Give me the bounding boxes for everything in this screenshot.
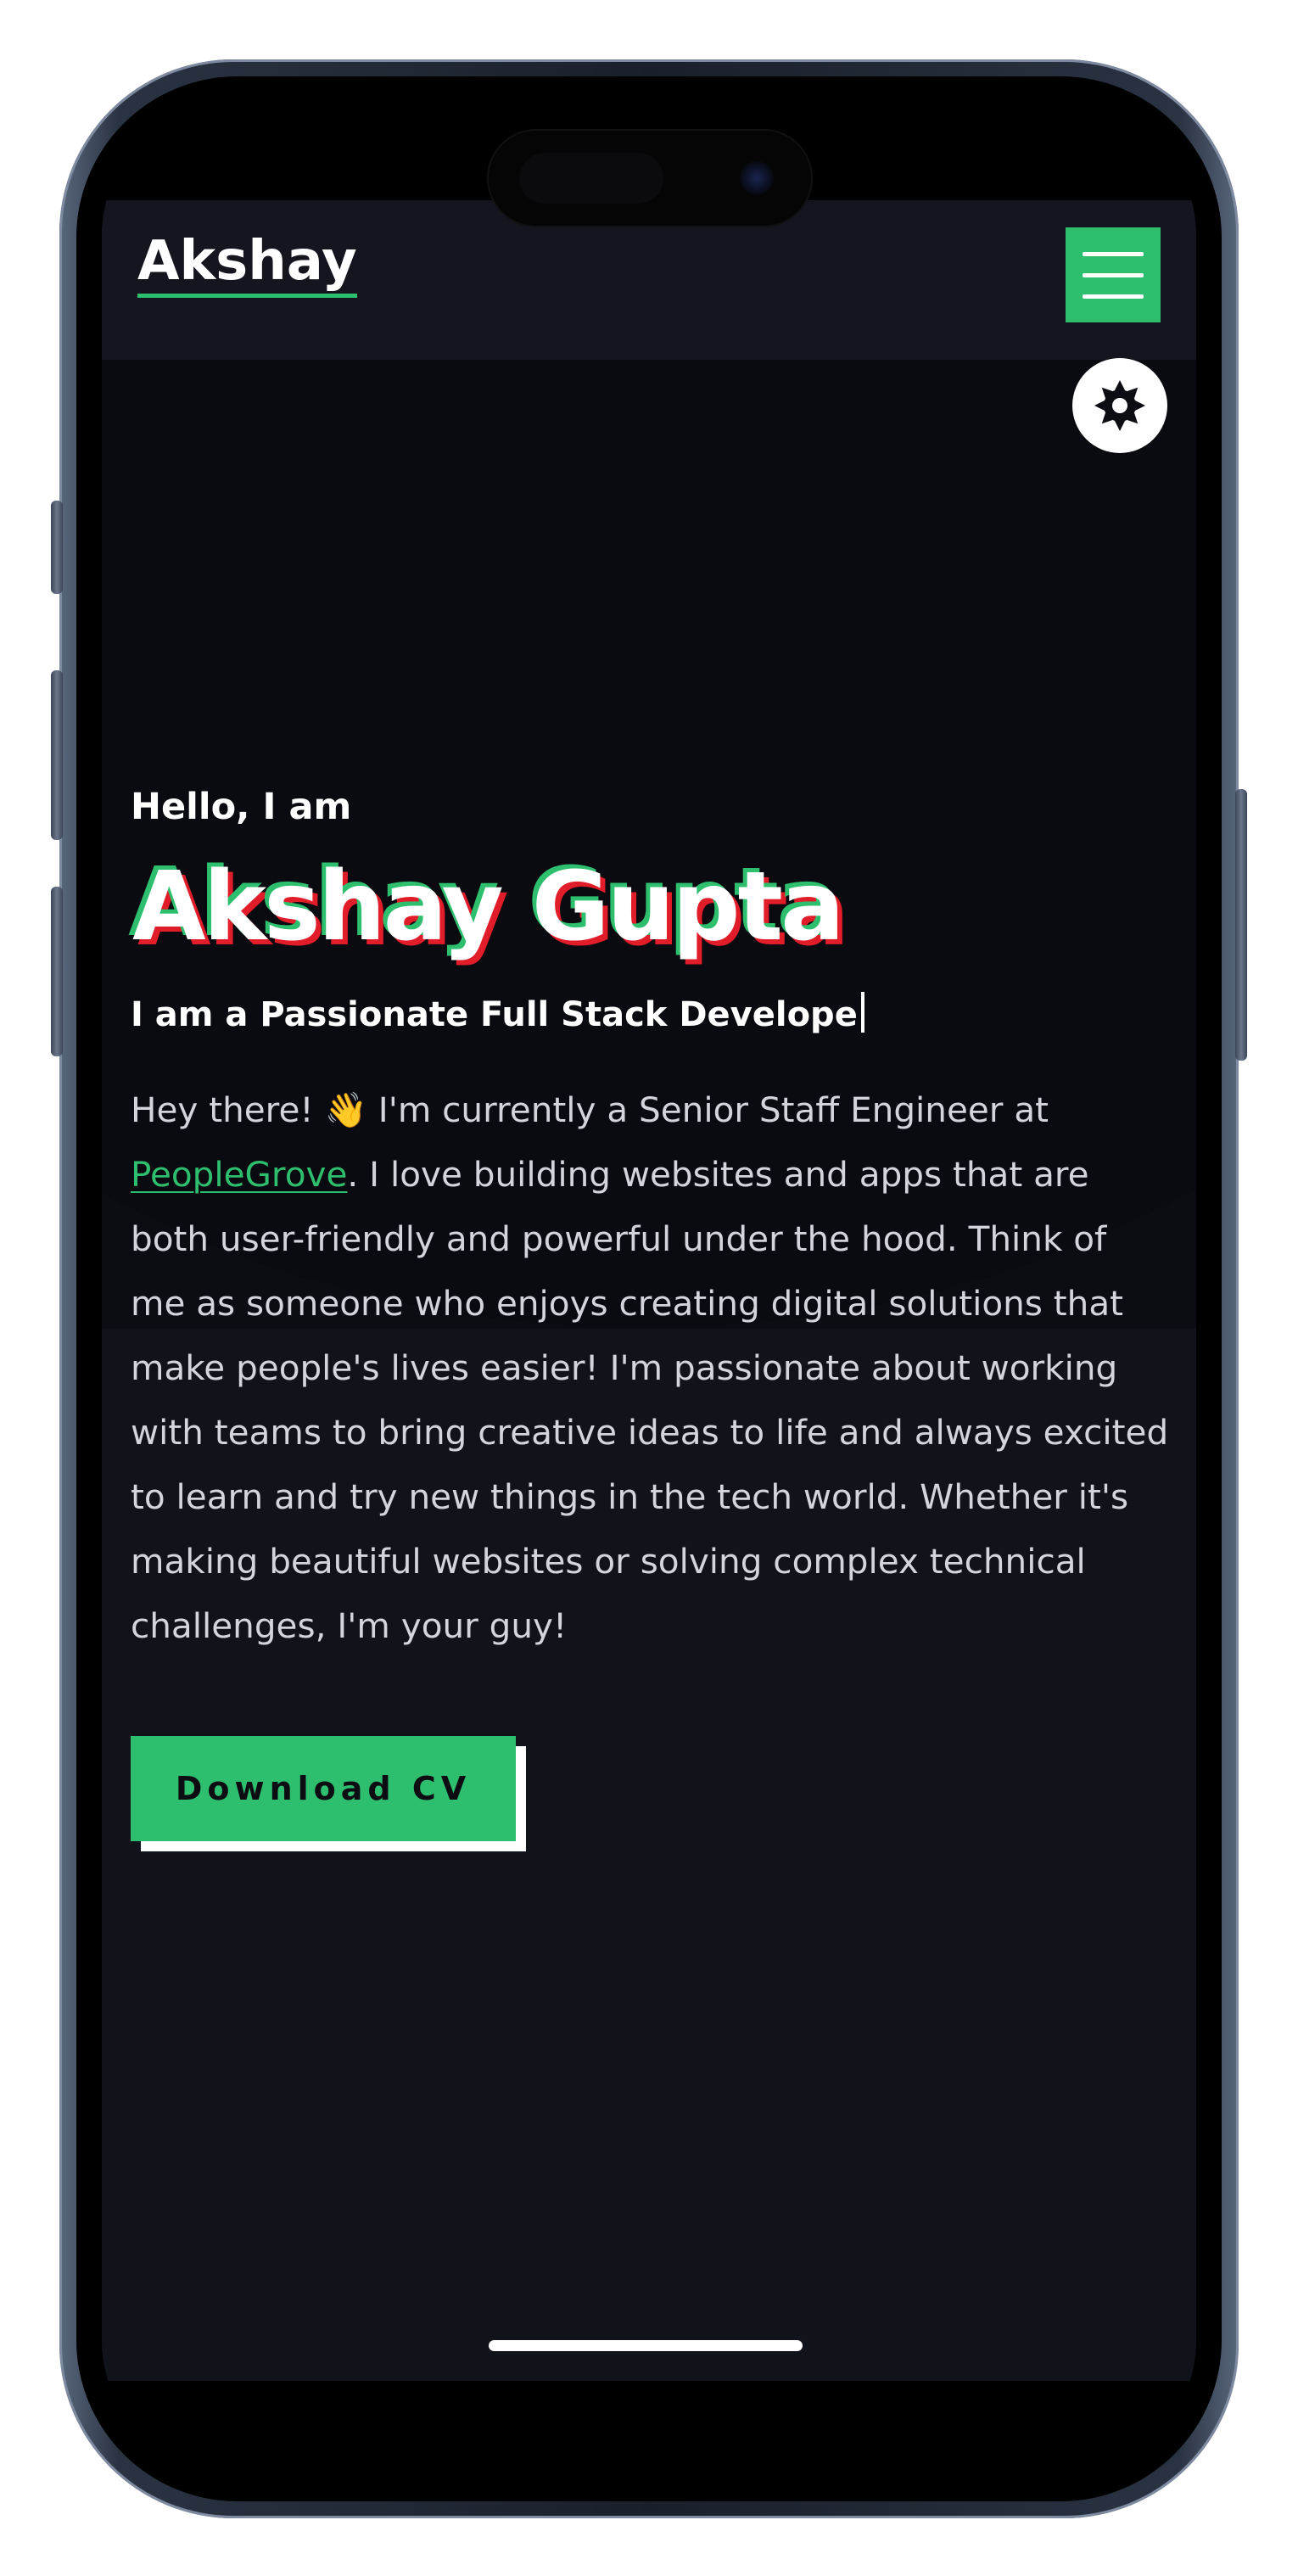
sun-icon — [1094, 380, 1145, 431]
download-cv-button[interactable]: Download CV — [131, 1735, 516, 1841]
hero-name: Akshay Gupta — [132, 851, 845, 962]
bio-rest: . I love building websites and apps that… — [131, 1153, 1169, 1646]
webpage: Akshay Hello, I am Akshay Gupta I am a P… — [102, 200, 1196, 2381]
typing-cursor — [860, 991, 864, 1033]
hamburger-menu-button[interactable] — [1066, 227, 1161, 322]
power-button — [1235, 789, 1247, 1061]
bio-intro: Hey there! 👋 I'm currently a Senior Staf… — [131, 1089, 1049, 1130]
hamburger-menu-icon — [1083, 294, 1144, 299]
island-sensor — [519, 153, 663, 204]
phone-screen: Akshay Hello, I am Akshay Gupta I am a P… — [102, 100, 1196, 2476]
hero-bio: Hey there! 👋 I'm currently a Senior Staf… — [131, 1078, 1171, 1658]
bottom-safe-area — [102, 2381, 1196, 2476]
theme-toggle-button[interactable] — [1072, 358, 1167, 453]
volume-up-button — [51, 670, 63, 840]
hero-section: Hello, I am Akshay Gupta I am a Passiona… — [131, 786, 1174, 1851]
hero-tagline: I am a Passionate Full Stack Develope — [131, 991, 1174, 1035]
hamburger-menu-icon — [1083, 251, 1144, 256]
typewriter-text: I am a Passionate Full Stack Develope — [131, 994, 858, 1034]
hamburger-menu-icon — [1083, 272, 1144, 277]
action-button — [51, 501, 63, 594]
download-cv-wrapper: Download CV — [131, 1735, 529, 1851]
dynamic-island — [489, 131, 811, 226]
home-indicator[interactable] — [489, 2340, 803, 2351]
company-link[interactable]: PeopleGrove — [131, 1154, 347, 1195]
brand-logo-link[interactable]: Akshay — [137, 234, 357, 298]
hero-greeting: Hello, I am — [131, 786, 352, 828]
volume-down-button — [51, 887, 63, 1056]
front-camera-icon — [740, 161, 774, 195]
